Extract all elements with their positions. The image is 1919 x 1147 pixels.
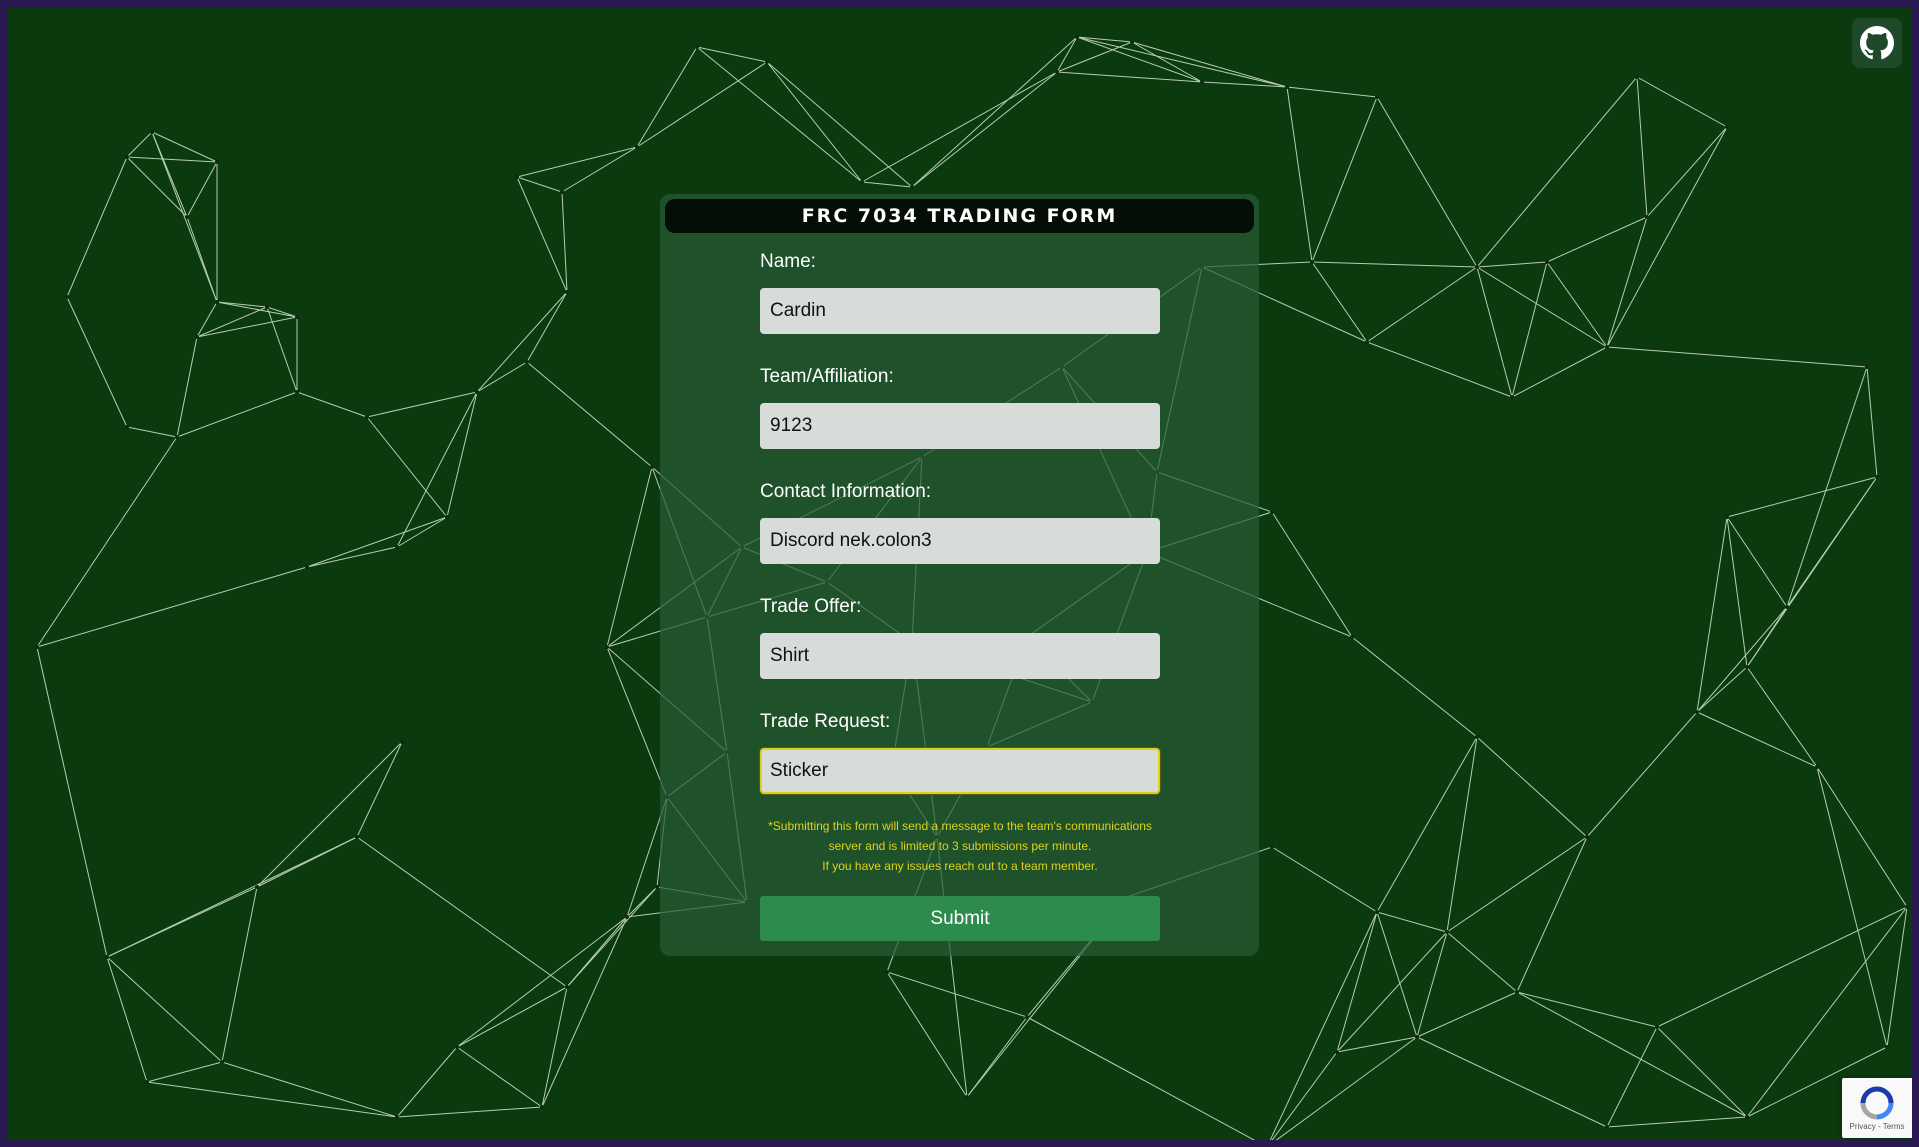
submission-notice: *Submitting this form will send a messag… [760,816,1160,876]
recaptcha-icon [1860,1086,1894,1119]
trade-offer-label: Trade Offer: [760,596,862,617]
recaptcha-badge[interactable]: Privacy - Terms [1842,1078,1912,1138]
submit-button[interactable]: Submit [760,896,1160,941]
notice-line-1: *Submitting this form will send a messag… [768,819,1152,833]
trade-request-input[interactable] [760,748,1160,794]
trading-form: Name: Team/Affiliation: Contact Informat… [760,250,1160,941]
notice-line-2: server and is limited to 3 submissions p… [828,839,1092,853]
team-affiliation-input[interactable] [760,403,1160,449]
notice-line-3: If you have any issues reach out to a te… [822,859,1098,873]
page-background: FRC 7034 TRADING FORM Name: Team/Affilia… [7,7,1912,1140]
contact-information-label: Contact Information: [760,481,932,502]
github-icon [1860,26,1894,60]
recaptcha-links: Privacy - Terms [1849,1121,1905,1131]
github-link-button[interactable] [1852,18,1902,68]
trade-request-label: Trade Request: [760,711,891,732]
name-label: Name: [760,251,816,272]
team-affiliation-label: Team/Affiliation: [760,366,894,387]
contact-information-input[interactable] [760,518,1160,564]
form-title: FRC 7034 TRADING FORM [665,199,1254,233]
trade-offer-input[interactable] [760,633,1160,679]
trading-form-card: FRC 7034 TRADING FORM Name: Team/Affilia… [660,194,1259,956]
name-input[interactable] [760,288,1160,334]
